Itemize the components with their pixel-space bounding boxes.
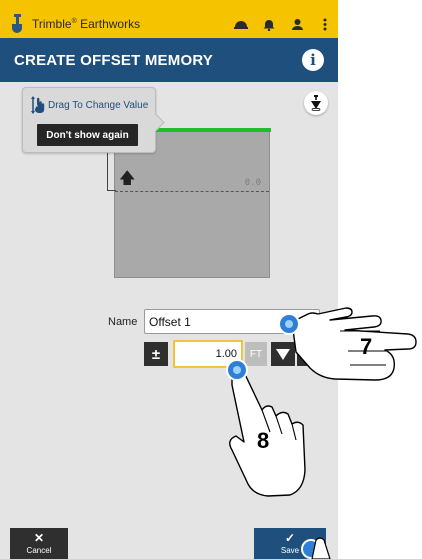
drag-tooltip: Drag To Change Value Don't show again [22,87,156,153]
name-input[interactable] [144,309,320,334]
cancel-button[interactable]: ✕ Cancel [10,528,68,559]
app-bar: Trimble® Earthworks [0,10,338,38]
close-icon: ✕ [33,531,45,545]
increment-button[interactable] [297,342,321,366]
info-icon[interactable]: i [302,49,324,71]
app-screen: Trimble® Earthworks CREATE OFFSET MEMORY… [0,0,338,559]
dont-show-again-button[interactable]: Don't show again [37,124,138,146]
drag-hint-text: Drag To Change Value [48,99,149,111]
page-title: CREATE OFFSET MEMORY [14,51,213,69]
step-number: 8 [257,428,270,453]
down-arrow-icon [276,349,290,360]
bell-icon[interactable] [262,17,276,31]
save-button[interactable]: ✓ Save [254,528,326,559]
up-arrow-icon [302,348,316,359]
offset-value-input[interactable] [173,340,243,368]
decrement-button[interactable] [271,342,295,366]
name-label: Name [108,316,138,328]
cancel-label: Cancel [26,546,52,555]
save-label: Save [280,546,300,555]
offset-direction-icon: 🡅 [119,170,136,187]
app-title: Trimble® Earthworks [32,17,141,31]
more-vert-icon[interactable] [318,17,332,31]
status-bar [0,0,338,10]
hardhat-icon[interactable] [234,17,248,31]
diagram-value: 0.0 [244,178,261,188]
title-bar: CREATE OFFSET MEMORY i [0,38,338,82]
plumb-bob-icon[interactable] [304,91,328,115]
plus-minus-button[interactable]: ± [144,342,168,366]
unit-label: FT [245,342,267,366]
drag-hand-icon [31,96,47,114]
step-number: 7 [360,334,373,359]
person-icon[interactable] [290,17,304,31]
trimble-logo-icon [6,13,28,35]
check-icon: ✓ [284,531,296,545]
design-line [115,191,269,192]
